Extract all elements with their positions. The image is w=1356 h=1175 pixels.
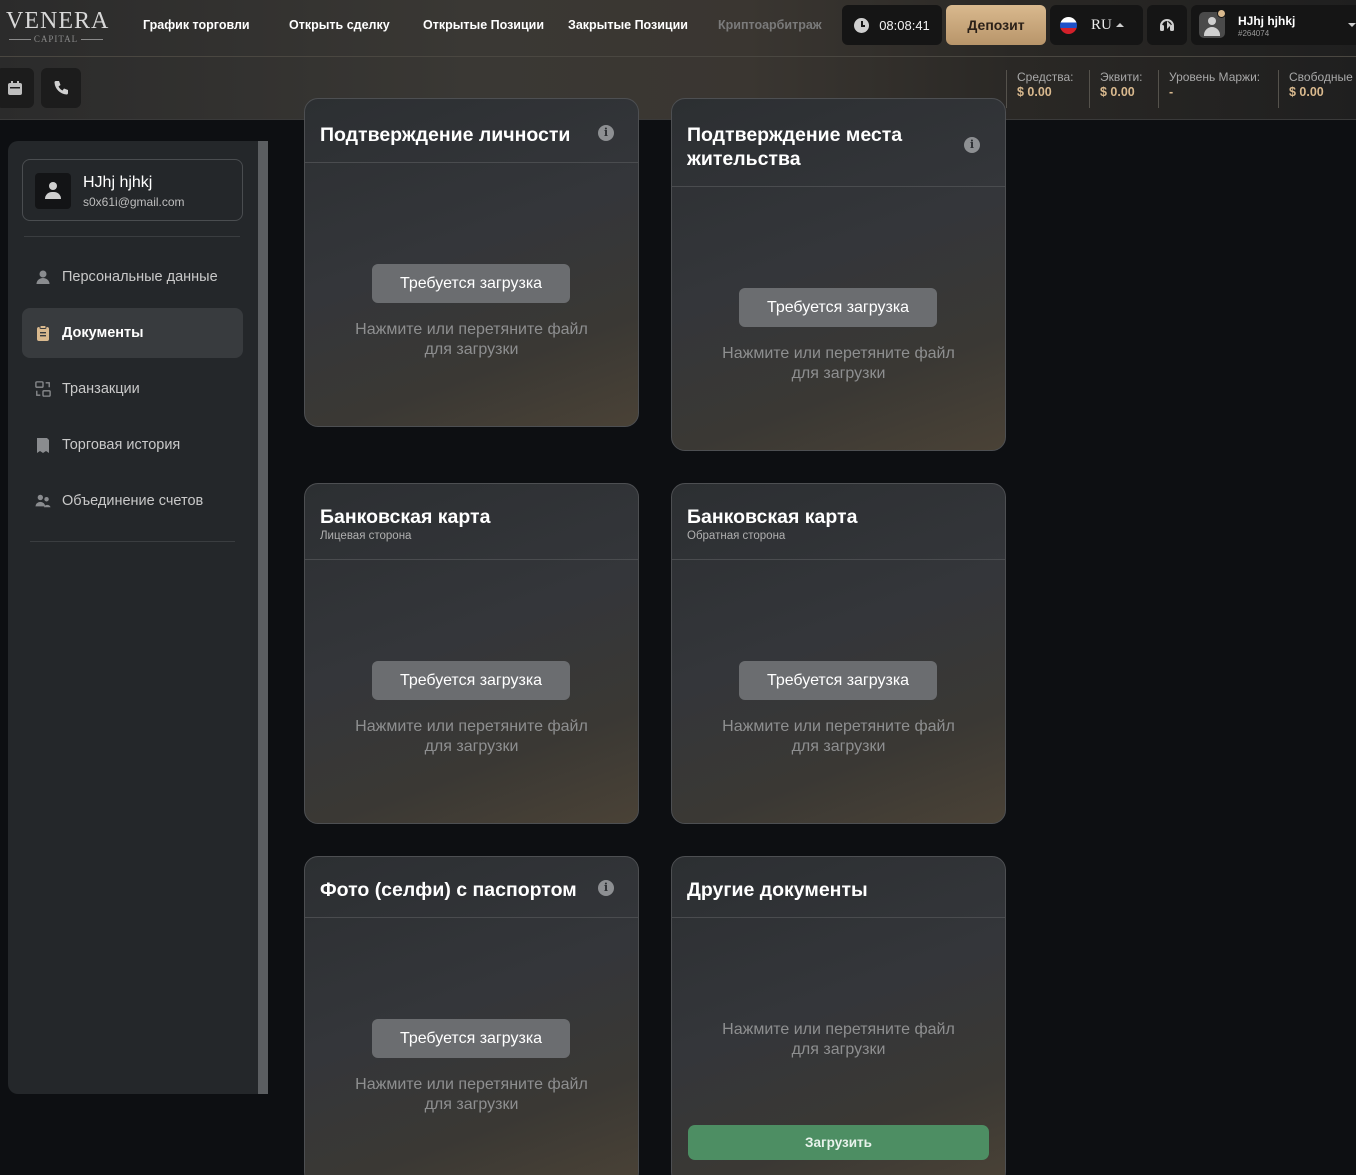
avatar — [35, 173, 71, 209]
sidebar-item-personal-data[interactable]: Персональные данные — [22, 252, 243, 302]
headset-icon — [1160, 19, 1174, 31]
users-icon — [35, 494, 51, 508]
card-title: Фото (селфи) с паспортом — [320, 879, 577, 901]
russia-flag-icon — [1060, 16, 1077, 34]
upload-required-button[interactable]: Требуется загрузка — [372, 661, 570, 700]
drop-hint: Нажмите или перетяните файл для загрузки — [355, 321, 588, 358]
chevron-down-icon — [1348, 23, 1356, 27]
sidebar-item-trading-history[interactable]: Торговая история — [22, 420, 243, 470]
calendar-button[interactable] — [0, 68, 34, 108]
stat-margin-level: Уровень Маржи: - — [1158, 70, 1260, 108]
card-header: Подтверждение места жительства i — [672, 99, 1005, 187]
brand-name: VENERA — [6, 8, 110, 34]
language-code: RU — [1091, 16, 1112, 33]
calendar-icon — [8, 81, 22, 95]
drop-hint: Нажмите или перетяните файл для загрузки — [722, 718, 955, 755]
card-header: Другие документы — [672, 857, 1005, 918]
card-subtitle: Лицевая сторона — [320, 530, 412, 542]
info-icon[interactable]: i — [598, 125, 614, 141]
server-clock: 08:08:41 — [842, 5, 942, 45]
info-icon[interactable]: i — [598, 880, 614, 896]
divider — [24, 236, 240, 237]
card-title: Подтверждение личности — [320, 124, 571, 146]
clipboard-icon — [37, 325, 49, 341]
upload-required-button[interactable]: Требуется загрузка — [739, 661, 937, 700]
card-residence[interactable]: Подтверждение места жительства i Требует… — [671, 98, 1006, 451]
stat-funds: Средства: $ 0.00 — [1006, 70, 1074, 108]
deposit-button[interactable]: Депозит — [946, 5, 1046, 45]
brand-sub: CAPITAL — [6, 33, 106, 45]
header-user-name: HJhj hjhkj — [1238, 14, 1296, 28]
profile-card[interactable]: HJhj hjhkj s0x61i@gmail.com — [22, 159, 243, 221]
sidebar-scrollbar[interactable] — [258, 141, 268, 1094]
sidebar-item-transactions[interactable]: Транзакции — [22, 364, 243, 414]
card-header: Банковская карта Обратная сторона — [672, 484, 1005, 560]
card-header: Фото (селфи) с паспортом i — [305, 857, 638, 918]
language-selector[interactable]: RU — [1050, 5, 1143, 45]
nav-open-trade[interactable]: Открыть сделку — [289, 18, 390, 32]
support-button[interactable] — [1147, 5, 1187, 45]
card-bank-front[interactable]: Банковская карта Лицевая сторона Требует… — [304, 483, 639, 824]
clock-time: 08:08:41 — [879, 17, 930, 33]
card-selfie[interactable]: Фото (селфи) с паспортом i Требуется заг… — [304, 856, 639, 1175]
sidebar-item-merge-accounts[interactable]: Объединение счетов — [22, 476, 243, 526]
card-title: Другие документы — [687, 879, 868, 901]
nav-trading-chart[interactable]: График торговли — [143, 18, 250, 32]
drop-hint: Нажмите или перетяните файл для загрузки — [355, 1076, 588, 1113]
upload-button[interactable]: Загрузить — [688, 1125, 989, 1160]
card-identity[interactable]: Подтверждение личности i Требуется загру… — [304, 98, 639, 427]
card-subtitle: Обратная сторона — [687, 530, 786, 542]
drop-hint[interactable]: Нажмите или перетяните файл для загрузки — [672, 1020, 1005, 1060]
card-bank-back[interactable]: Банковская карта Обратная сторона Требуе… — [671, 483, 1006, 824]
card-title: Банковская карта — [687, 506, 858, 528]
upload-required-button[interactable]: Требуется загрузка — [372, 1019, 570, 1058]
upload-required-button[interactable]: Требуется загрузка — [739, 288, 937, 327]
card-header: Подтверждение личности i — [305, 99, 638, 163]
drop-hint: Нажмите или перетяните файл для загрузки — [722, 345, 955, 382]
notification-badge — [1217, 9, 1226, 18]
account-sidebar: HJhj hjhkj s0x61i@gmail.com Персональные… — [8, 141, 258, 1094]
transactions-icon — [35, 381, 51, 397]
drop-hint: Нажмите или перетяните файл для загрузки — [355, 718, 588, 755]
nav-crypto-arbitrage[interactable]: Криптоарбитраж — [718, 18, 822, 32]
divider — [30, 541, 235, 542]
nav-open-positions[interactable]: Открытые Позиции — [423, 18, 544, 32]
card-other-documents[interactable]: Другие документы Нажмите или перетяните … — [671, 856, 1006, 1175]
top-nav-row: VENERA CAPITAL График торговли Открыть с… — [0, 0, 1356, 57]
stat-equity: Эквити: $ 0.00 — [1089, 70, 1143, 108]
caret-up-icon — [1115, 23, 1124, 27]
brand-logo[interactable]: VENERA CAPITAL — [6, 8, 110, 46]
history-icon — [37, 438, 49, 453]
card-title: Подтверждение места жительства — [687, 124, 903, 170]
call-button[interactable] — [41, 68, 81, 108]
card-title: Банковская карта — [320, 506, 491, 528]
stat-free-margin: Свободные $ 0.00 — [1278, 70, 1356, 108]
user-menu[interactable]: HJhj hjhkj #264074 — [1191, 5, 1356, 45]
sidebar-item-documents[interactable]: Документы — [22, 308, 243, 358]
profile-email: s0x61i@gmail.com — [83, 195, 185, 209]
phone-icon — [54, 81, 68, 95]
clock-icon — [854, 17, 870, 33]
nav-closed-positions[interactable]: Закрытые Позиции — [568, 18, 688, 32]
info-icon[interactable]: i — [964, 137, 980, 153]
profile-name: HJhj hjhkj — [83, 174, 153, 191]
upload-required-button[interactable]: Требуется загрузка — [372, 264, 570, 303]
card-header: Банковская карта Лицевая сторона — [305, 484, 638, 560]
header-user-id: #264074 — [1238, 29, 1270, 38]
person-icon — [36, 270, 50, 284]
